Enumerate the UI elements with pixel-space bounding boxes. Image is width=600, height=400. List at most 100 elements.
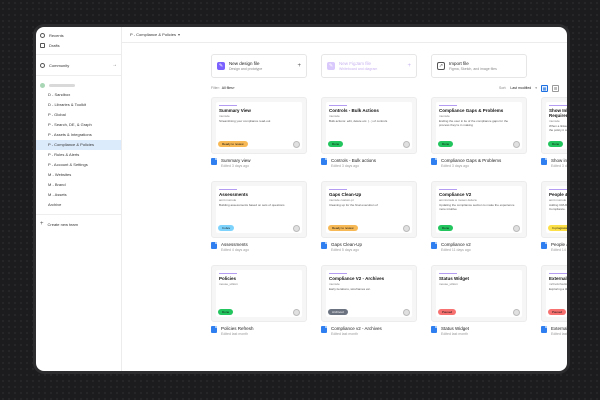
quick-action-card[interactable]: ✎ New design file Design and prototype + [211, 54, 307, 78]
sidebar-project-item[interactable]: P - Global [36, 110, 121, 120]
filter-bar: Filter: All files ▾ Sort: Last modified … [211, 84, 559, 92]
quick-action-text: New FigJam file Whiteboard and diagram [339, 61, 377, 71]
file-thumbnail[interactable]: Compliance V2 - Archives mumule Early iter… [321, 265, 417, 322]
thumbnail-title: Compliance Gaps & Problems [439, 108, 504, 113]
thumbnail-title: Compliance V2 [439, 192, 472, 197]
sidebar-item-community[interactable]: Community → [36, 59, 121, 71]
sidebar-project-item[interactable]: D - Sandbox [36, 90, 121, 100]
sidebar-project-item[interactable]: Archive [36, 200, 121, 210]
breadcrumb[interactable]: P - Compliance & Policies ▾ [122, 27, 567, 43]
figma-file-icon [211, 158, 217, 165]
chevron-down-icon: ▾ [232, 86, 235, 90]
thumbnail-title: Controls - Bulk Actions [329, 108, 379, 113]
file-thumbnail[interactable]: Policies mouse_utltom Done [211, 265, 307, 322]
figma-file-icon [431, 158, 437, 165]
file-card[interactable]: Controls - Bulk Actions mumule Bulk action… [321, 97, 417, 168]
file-thumbnail[interactable]: Summary View mumule Streamlining your comp… [211, 97, 307, 154]
file-card[interactable]: Compliance V2 ammismule ● mosen deluca Upd… [431, 181, 527, 252]
file-name[interactable]: Controls - Bulk actions [331, 158, 376, 163]
create-team-button[interactable]: + Create new team [36, 219, 121, 229]
file-card[interactable]: Summary View mumule Streamlining your comp… [211, 97, 307, 168]
file-thumbnail[interactable]: External Compliance Status Pagemrtheforf… [541, 265, 567, 322]
file-card[interactable]: Assessments amit mumule Building assessmen… [211, 181, 307, 252]
filter-select[interactable]: All files [222, 86, 233, 90]
avatar [513, 225, 520, 232]
file-thumbnail[interactable]: Assessments amit mumule Building assessmen… [211, 181, 307, 238]
file-name[interactable]: Compliance Gaps & Problems [441, 158, 501, 163]
thumbnail-author: mumule [219, 114, 230, 119]
thumbnail-title: Policies [219, 276, 237, 281]
sidebar-project-item[interactable]: P - Search, DE, & Graph [36, 120, 121, 130]
file-thumbnail[interactable]: Gaps Clean-Up mumule custom-pr Cleaning up… [321, 181, 417, 238]
file-name[interactable]: Compliance v2 [441, 242, 471, 247]
sidebar-project-item[interactable]: P - Rules & Alerts [36, 150, 121, 160]
sidebar-project-item[interactable]: M - Websites [36, 170, 121, 180]
plus-icon: + [297, 63, 301, 69]
file-edited-time: Edited last month [551, 332, 567, 336]
status-badge: Archived [328, 309, 348, 315]
avatar [293, 225, 300, 232]
grid-view-icon[interactable]: ▦ [541, 84, 548, 92]
sidebar-project-item[interactable]: P - Assets & Integrations [36, 130, 121, 140]
sort-select[interactable]: Last modified [510, 86, 531, 90]
team-header[interactable] [36, 80, 121, 90]
quick-action-subtitle: Whiteboard and diagram [339, 67, 378, 71]
file-name[interactable]: Summary view [221, 158, 251, 163]
file-name[interactable]: Compliance v2 - Archives [331, 326, 382, 331]
file-edited-time: Edited last month [331, 332, 359, 336]
file-card[interactable]: Gaps Clean-Up mumule custom-pr Cleaning up… [321, 181, 417, 252]
pen-icon: ✎ [217, 62, 225, 70]
file-name[interactable]: Gaps Clean-Up [331, 242, 362, 247]
sidebar-project-item[interactable]: M - Brand [36, 180, 121, 190]
list-view-icon[interactable]: ☰ [552, 84, 559, 92]
file-card[interactable]: Policies mouse_utltom Done Policies Refresh… [211, 265, 307, 336]
figjam-icon: ✎ [327, 62, 335, 70]
file-name[interactable]: People & Vendors [551, 242, 567, 247]
sidebar-item-label: Recents [49, 32, 64, 38]
file-thumbnail[interactable]: People & Vendorsamit mumuleAdding CRUD c… [541, 181, 567, 238]
status-badge: Done [438, 225, 454, 231]
file-thumbnail[interactable]: Status Widget mouse_utltom Paused [431, 265, 527, 322]
file-thumbnail[interactable]: Show Inherited Policies On Requirementsm… [541, 97, 567, 154]
file-card[interactable]: Compliance V2 - Archives mumule Early iter… [321, 265, 417, 336]
thumbnail-description: Exploring a 3rd themed helpdesk dashboar… [549, 287, 567, 292]
thumbnail-description: Early iterations, wireframes etc. [329, 287, 371, 292]
avatar [403, 309, 410, 316]
file-card[interactable]: Status Widget mouse_utltom Paused Status Wi… [431, 265, 527, 336]
file-meta: External Compliance Status PageEdited la… [541, 326, 567, 336]
accent-bar [439, 189, 457, 190]
file-card[interactable]: People & Vendorsamit mumuleAdding CRUD c… [541, 181, 567, 252]
sidebar-project-item[interactable]: P - Compliance & Policies [36, 140, 121, 150]
file-thumbnail[interactable]: Compliance Gaps & Problems mumule Ending t… [431, 97, 527, 154]
file-card[interactable]: External Compliance Status Pagemrtheforf… [541, 265, 567, 336]
thumbnail-title: Compliance V2 - Archives [329, 276, 385, 281]
figma-file-icon [431, 242, 437, 249]
file-meta: Assessments Edited 4 days ago [211, 242, 307, 252]
quick-action-subtitle: Figma, Sketch, and image files [449, 67, 497, 71]
figma-file-icon [321, 326, 327, 333]
file-name[interactable]: Show inherited policies [551, 158, 567, 163]
quick-action-card[interactable]: ✎ New FigJam file Whiteboard and diagram + [321, 54, 417, 78]
quick-action-title: Import file [449, 61, 469, 66]
file-name[interactable]: Status Widget [441, 326, 469, 331]
thumbnail-author: amit mumule [219, 198, 237, 203]
team-name-redacted [49, 83, 75, 87]
file-name[interactable]: Assessments [221, 242, 249, 247]
sidebar-item-label: Community [49, 62, 70, 68]
team-avatar [40, 82, 45, 88]
file-thumbnail[interactable]: Controls - Bulk Actions mumule Bulk action… [321, 97, 417, 154]
file-name[interactable]: External Compliance Status Page [551, 326, 567, 331]
quick-action-card[interactable]: ↗ Import file Figma, Sketch, and image fil… [431, 54, 527, 78]
figma-file-icon [431, 326, 437, 333]
sidebar-project-item[interactable]: D - Libraries & Toolkit [36, 100, 121, 110]
sidebar-item-drafts[interactable]: Drafts [36, 40, 121, 50]
file-meta: People & VendorsEdited 14 days ago [541, 242, 567, 252]
file-card[interactable]: Compliance Gaps & Problems mumule Ending t… [431, 97, 527, 168]
status-badge: Done [438, 141, 454, 147]
sidebar-project-item[interactable]: P - Account & Settings [36, 160, 121, 170]
sidebar-item-recents[interactable]: Recents [36, 30, 121, 40]
file-thumbnail[interactable]: Compliance V2 ammismule ● mosen deluca Upd… [431, 181, 527, 238]
file-name[interactable]: Policies Refresh [221, 326, 254, 331]
sidebar-project-item[interactable]: M - Assets [36, 190, 121, 200]
file-card[interactable]: Show Inherited Policies On Requirementsm… [541, 97, 567, 168]
